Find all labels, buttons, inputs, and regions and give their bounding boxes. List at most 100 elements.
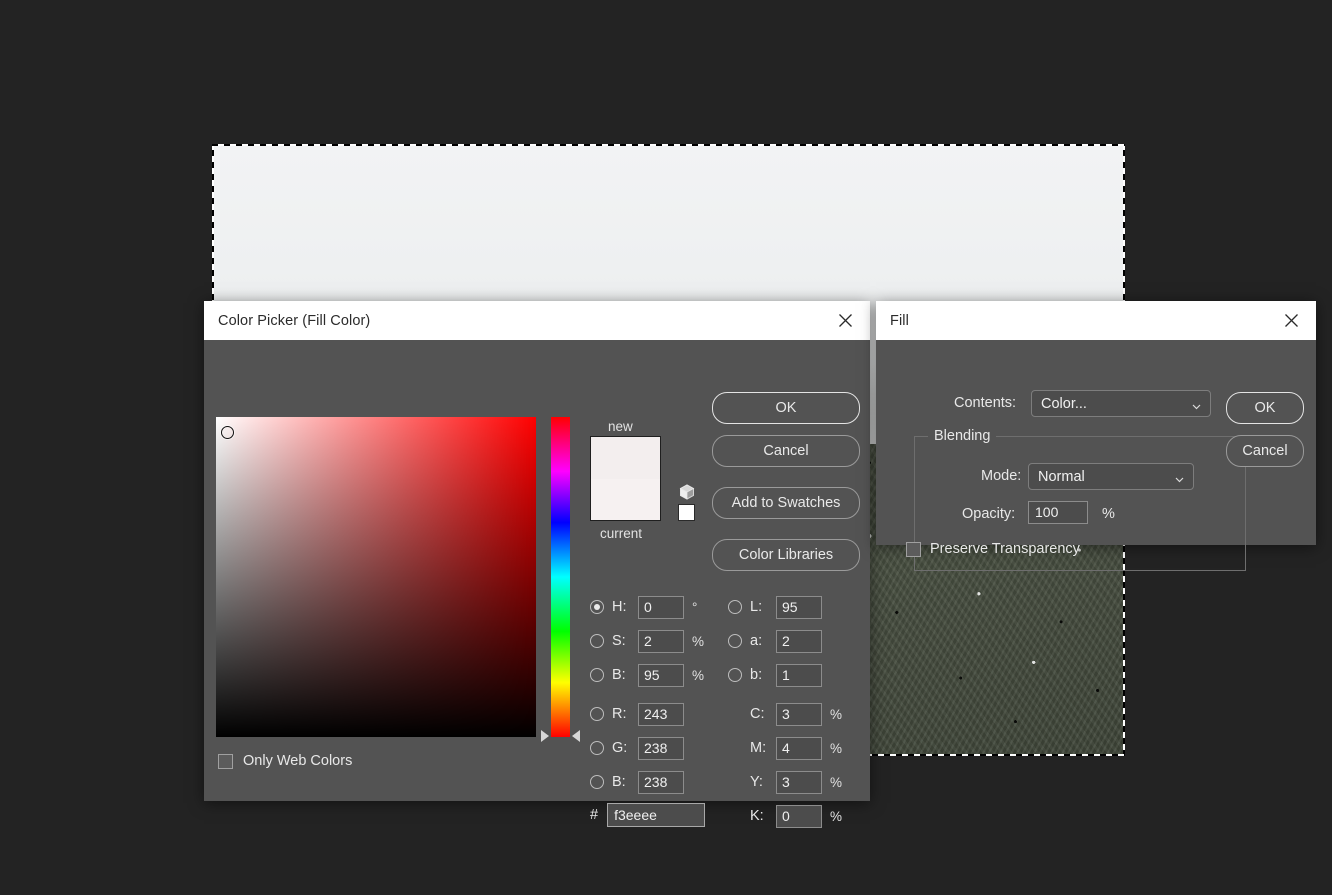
opacity-unit: %	[1102, 506, 1115, 522]
hex-field-row: # f3eeee	[590, 803, 705, 827]
label-l: L:	[750, 599, 768, 615]
ok-button[interactable]: OK	[712, 392, 860, 424]
label-c: C:	[750, 706, 768, 722]
close-icon[interactable]	[832, 308, 858, 334]
radio-r[interactable]	[590, 707, 604, 721]
opacity-input[interactable]: 100	[1028, 501, 1088, 524]
close-icon[interactable]	[1278, 308, 1304, 334]
color-picker-titlebar[interactable]: Color Picker (Fill Color)	[204, 301, 870, 340]
unit-s: %	[692, 634, 704, 649]
label-h: H:	[612, 599, 630, 615]
fill-titlebar[interactable]: Fill	[876, 301, 1316, 340]
cube-icon[interactable]	[678, 483, 696, 501]
field-row-c: C: 3 %	[750, 697, 842, 731]
gamut-alternate-swatch[interactable]	[678, 504, 695, 521]
fill-ok-button[interactable]: OK	[1226, 392, 1304, 424]
fill-dialog[interactable]: Fill Contents: Color... Blending Mode: N…	[876, 301, 1316, 545]
unit-k: %	[830, 809, 842, 824]
hue-slider[interactable]	[551, 417, 570, 737]
only-web-colors-label: Only Web Colors	[243, 753, 352, 769]
color-preview-swatch[interactable]	[590, 436, 661, 521]
radio-l[interactable]	[728, 600, 742, 614]
fill-cancel-button[interactable]: Cancel	[1226, 435, 1304, 467]
color-field-marker[interactable]	[221, 426, 234, 439]
label-r: R:	[612, 706, 630, 722]
radio-b-brightness[interactable]	[590, 668, 604, 682]
field-row-b-lab: b: 1	[728, 658, 822, 692]
only-web-colors-checkbox[interactable]: Only Web Colors	[218, 753, 352, 769]
input-r[interactable]: 243	[638, 703, 684, 726]
unit-b-brightness: %	[692, 668, 704, 683]
add-to-swatches-button[interactable]: Add to Swatches	[712, 487, 860, 519]
radio-a[interactable]	[728, 634, 742, 648]
field-row-k: K: 0 %	[750, 799, 842, 833]
field-row-s: S: 2 %	[590, 624, 704, 658]
field-row-h: H: 0 °	[590, 590, 704, 624]
input-c[interactable]: 3	[776, 703, 822, 726]
input-y[interactable]: 3	[776, 771, 822, 794]
label-a: a:	[750, 633, 768, 649]
field-row-r: R: 243	[590, 697, 684, 731]
hex-symbol: #	[590, 807, 598, 823]
field-row-g: G: 238	[590, 731, 684, 765]
new-color-label: new	[608, 419, 633, 434]
input-l[interactable]: 95	[776, 596, 822, 619]
saturation-brightness-field[interactable]	[216, 417, 536, 737]
label-b-brightness: B:	[612, 667, 630, 683]
unit-h: °	[692, 600, 697, 615]
input-b-brightness[interactable]: 95	[638, 664, 684, 687]
fill-title: Fill	[890, 313, 909, 329]
unit-m: %	[830, 741, 842, 756]
color-picker-title: Color Picker (Fill Color)	[218, 313, 370, 329]
label-b-lab: b:	[750, 667, 768, 683]
checkbox-box	[218, 754, 233, 769]
radio-s[interactable]	[590, 634, 604, 648]
input-b-lab[interactable]: 1	[776, 664, 822, 687]
input-b-blue[interactable]: 238	[638, 771, 684, 794]
blending-legend: Blending	[928, 428, 996, 444]
input-g[interactable]: 238	[638, 737, 684, 760]
chevron-down-icon	[1175, 472, 1184, 481]
field-row-a: a: 2	[728, 624, 822, 658]
label-s: S:	[612, 633, 630, 649]
current-color-swatch[interactable]	[591, 479, 660, 521]
color-picker-dialog[interactable]: Color Picker (Fill Color) Only Web Color…	[204, 301, 870, 801]
input-h[interactable]: 0	[638, 596, 684, 619]
preserve-transparency-label: Preserve Transparency	[930, 541, 1080, 557]
hue-slider-handle-left[interactable]	[541, 730, 549, 742]
color-picker-body: Only Web Colors new current OK Cancel Ad…	[204, 340, 870, 801]
cmyk-fields-group: C: 3 % M: 4 % Y: 3 % K: 0 %	[750, 697, 842, 833]
unit-y: %	[830, 775, 842, 790]
field-row-l: L: 95	[728, 590, 822, 624]
lab-fields-group: L: 95 a: 2 b: 1	[728, 590, 822, 692]
input-s[interactable]: 2	[638, 630, 684, 653]
mode-label: Mode:	[981, 468, 1021, 484]
blend-mode-dropdown[interactable]: Normal	[1028, 463, 1194, 490]
checkbox-box	[906, 542, 921, 557]
opacity-label: Opacity:	[962, 506, 1015, 522]
hue-slider-handle-right[interactable]	[572, 730, 580, 742]
preserve-transparency-checkbox[interactable]: Preserve Transparency	[906, 541, 1080, 557]
input-a[interactable]: 2	[776, 630, 822, 653]
radio-g[interactable]	[590, 741, 604, 755]
input-m[interactable]: 4	[776, 737, 822, 760]
field-row-y: Y: 3 %	[750, 765, 842, 799]
label-y: Y:	[750, 774, 768, 790]
field-row-m: M: 4 %	[750, 731, 842, 765]
radio-b-lab[interactable]	[728, 668, 742, 682]
hex-input[interactable]: f3eeee	[607, 803, 705, 827]
radio-b-blue[interactable]	[590, 775, 604, 789]
rgb-fields-group: R: 243 G: 238 B: 238	[590, 697, 684, 799]
field-row-b-blue: B: 238	[590, 765, 684, 799]
new-color-swatch[interactable]	[591, 437, 660, 479]
radio-h[interactable]	[590, 600, 604, 614]
cancel-button[interactable]: Cancel	[712, 435, 860, 467]
label-b-blue: B:	[612, 774, 630, 790]
color-libraries-button[interactable]: Color Libraries	[712, 539, 860, 571]
blend-mode-value: Normal	[1038, 469, 1085, 485]
contents-dropdown[interactable]: Color...	[1031, 390, 1211, 417]
contents-value: Color...	[1041, 396, 1087, 412]
label-g: G:	[612, 740, 630, 756]
input-k[interactable]: 0	[776, 805, 822, 828]
hsb-fields-group: H: 0 ° S: 2 % B: 95 %	[590, 590, 704, 692]
